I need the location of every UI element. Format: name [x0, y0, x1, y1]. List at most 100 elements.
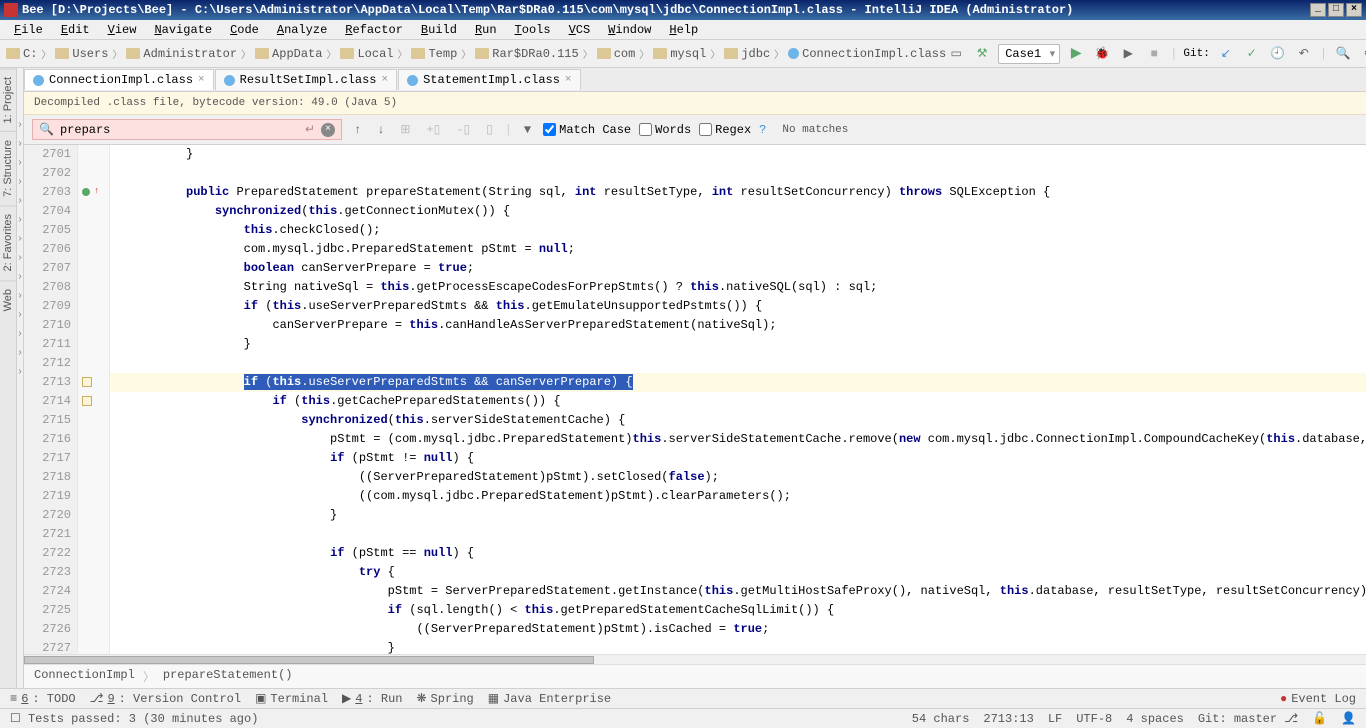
expand-fold-button[interactable]: › [17, 306, 23, 325]
menu-analyze[interactable]: Analyze [269, 21, 335, 39]
menu-help[interactable]: Help [661, 21, 706, 39]
bottom-tool-terminal[interactable]: ▣ Terminal [255, 691, 328, 706]
bottom-tool----version-control[interactable]: ⎇ 9: Version Control [90, 691, 241, 706]
expand-fold-button[interactable]: › [17, 325, 23, 344]
code-content[interactable]: } public PreparedStatement prepareStatem… [110, 145, 1366, 654]
search-input[interactable] [60, 123, 299, 137]
expand-fold-button[interactable]: › [17, 116, 23, 135]
stop-button[interactable]: ■ [1144, 44, 1164, 64]
status-encoding[interactable]: UTF-8 [1076, 712, 1112, 726]
expand-fold-button[interactable]: › [17, 363, 23, 382]
bottom-tool----todo[interactable]: ≡ 6: TODO [10, 692, 76, 706]
search-everywhere-icon[interactable]: 🔍 [1333, 44, 1353, 64]
git-history-icon[interactable]: 🕘 [1268, 44, 1288, 64]
hammer-icon[interactable]: ⚒ [972, 44, 992, 64]
git-update-icon[interactable]: ↙ [1216, 44, 1236, 64]
expand-fold-button[interactable]: › [17, 287, 23, 306]
close-tab-button[interactable]: × [381, 74, 388, 86]
git-commit-icon[interactable]: ✓ [1242, 44, 1262, 64]
breadcrumb-segment[interactable]: C: [6, 47, 37, 61]
close-button[interactable]: × [1346, 3, 1362, 17]
event-log-button[interactable]: ● Event Log [1280, 692, 1356, 706]
breadcrumb-segment[interactable]: Administrator [126, 47, 237, 61]
breadcrumb-segment[interactable]: AppData [255, 47, 322, 61]
hector-icon[interactable]: 👤 [1341, 711, 1356, 726]
close-tab-button[interactable]: × [565, 74, 572, 86]
clear-search-button[interactable]: × [321, 123, 335, 137]
add-selection-button[interactable]: +▯ [422, 120, 444, 139]
breadcrumb-segment[interactable]: Local [340, 47, 393, 61]
menu-build[interactable]: Build [413, 21, 465, 39]
menu-code[interactable]: Code [222, 21, 267, 39]
tool-icon: ⎇ [90, 691, 104, 706]
menu-edit[interactable]: Edit [53, 21, 98, 39]
expand-fold-button[interactable]: › [17, 173, 23, 192]
folder-icon [126, 48, 140, 59]
horizontal-scrollbar[interactable] [24, 654, 1366, 664]
class-file-icon [788, 48, 799, 59]
code-breadcrumb-item[interactable]: ConnectionImpl [34, 668, 135, 685]
menu-file[interactable]: File [6, 21, 51, 39]
tool-tab----favorites[interactable]: 2: Favorites [0, 205, 16, 279]
search-enter-icon[interactable]: ↵ [305, 122, 315, 137]
bottom-tool-spring[interactable]: ❋ Spring [416, 691, 473, 706]
editor-tab[interactable]: StatementImpl.class× [398, 69, 580, 90]
expand-fold-button[interactable]: › [17, 192, 23, 211]
status-git[interactable]: Git: master ⎇ [1198, 711, 1298, 726]
settings-icon[interactable]: ⚙ [1359, 44, 1366, 64]
regex-help-icon[interactable]: ? [759, 123, 766, 137]
run-button[interactable]: ▶ [1066, 44, 1086, 64]
status-indent[interactable]: 4 spaces [1126, 712, 1184, 726]
tool-tab-web[interactable]: Web [0, 280, 16, 319]
close-tab-button[interactable]: × [198, 74, 205, 86]
editor-tab[interactable]: ConnectionImpl.class× [24, 69, 214, 90]
expand-fold-button[interactable]: › [17, 154, 23, 173]
regex-check[interactable]: Regex [699, 123, 751, 137]
breadcrumb-segment[interactable]: com [597, 47, 636, 61]
run-config-selector[interactable]: Case1 [998, 44, 1060, 64]
build-icon[interactable]: ▭ [946, 44, 966, 64]
status-line-sep[interactable]: LF [1048, 712, 1062, 726]
toggle-selection-button[interactable]: ▯ [482, 120, 497, 139]
breadcrumb-segment[interactable]: Temp [411, 47, 457, 61]
words-check[interactable]: Words [639, 123, 691, 137]
maximize-button[interactable]: □ [1328, 3, 1344, 17]
next-match-button[interactable]: ↓ [373, 121, 388, 139]
debug-button[interactable]: 🐞 [1092, 44, 1112, 64]
expand-fold-button[interactable]: › [17, 249, 23, 268]
menu-view[interactable]: View [100, 21, 145, 39]
expand-fold-button[interactable]: › [17, 135, 23, 154]
breadcrumb-segment[interactable]: mysql [653, 47, 706, 61]
lock-icon[interactable]: 🔓 [1312, 711, 1327, 726]
expand-fold-button[interactable]: › [17, 268, 23, 287]
tool-tab----project[interactable]: 1: Project [0, 68, 16, 131]
menu-window[interactable]: Window [600, 21, 659, 39]
breadcrumb-segment[interactable]: Users [55, 47, 108, 61]
bottom-tool-java-enterprise[interactable]: ▦ Java Enterprise [488, 691, 611, 706]
breadcrumb-segment[interactable]: Rar$DRa0.115 [475, 47, 578, 61]
minimize-button[interactable]: _ [1310, 3, 1326, 17]
breadcrumb-segment[interactable]: ConnectionImpl.class [788, 47, 946, 61]
menu-vcs[interactable]: VCS [561, 21, 599, 39]
match-case-check[interactable]: Match Case [543, 123, 631, 137]
menu-run[interactable]: Run [467, 21, 505, 39]
remove-selection-button[interactable]: -▯ [452, 120, 474, 139]
menu-tools[interactable]: Tools [507, 21, 559, 39]
prev-match-button[interactable]: ↑ [350, 121, 365, 139]
expand-fold-button[interactable]: › [17, 230, 23, 249]
select-all-occurrences-button[interactable]: ⊞ [396, 120, 414, 139]
bottom-tool----run[interactable]: ▶ 4: Run [342, 691, 402, 706]
menu-refactor[interactable]: Refactor [337, 21, 411, 39]
coverage-button[interactable]: ▶ [1118, 44, 1138, 64]
code-breadcrumb-item[interactable]: prepareStatement() [163, 668, 293, 685]
editor-tab[interactable]: ResultSetImpl.class× [215, 69, 397, 90]
expand-fold-button[interactable]: › [17, 344, 23, 363]
filter-icon[interactable]: ▼ [520, 121, 535, 139]
left-tool-tabs: 1: Project7: Structure2: FavoritesWeb [0, 68, 17, 688]
menu-navigate[interactable]: Navigate [146, 21, 220, 39]
git-revert-icon[interactable]: ↶ [1294, 44, 1314, 64]
status-position[interactable]: 2713:13 [983, 712, 1033, 726]
breadcrumb-segment[interactable]: jdbc [724, 47, 770, 61]
expand-fold-button[interactable]: › [17, 211, 23, 230]
tool-tab----structure[interactable]: 7: Structure [0, 131, 16, 205]
